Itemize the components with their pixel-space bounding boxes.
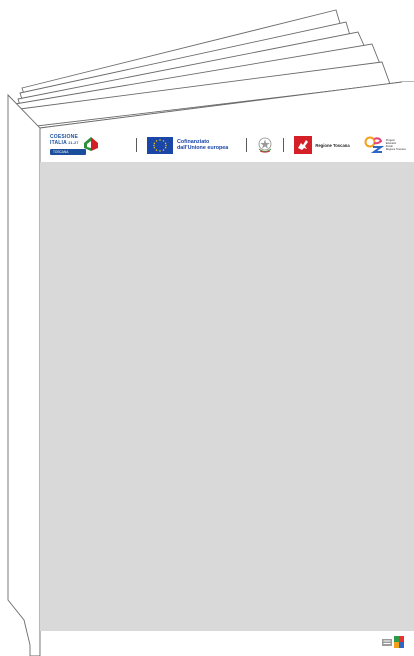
eu-text: Cofinanziato dall'Unione europea <box>177 139 228 151</box>
italian-republic-emblem <box>257 136 273 154</box>
coesione-region-pill: TOSCANA <box>50 148 86 155</box>
eu-cofinanced-logo: Cofinanziato dall'Unione europea <box>147 136 228 154</box>
coesione-period: 21-27 <box>68 141 79 145</box>
regione-toscana-logo: Regione Toscana <box>294 136 350 154</box>
logo-separator <box>246 138 248 152</box>
emblem-icon <box>258 137 272 153</box>
pez-text: Progetti Educativi Zonali Regione Toscan… <box>386 139 406 151</box>
eu-line2: dall'Unione europea <box>177 145 229 151</box>
logo-separator <box>136 138 137 152</box>
regione-toscana-label: Regione Toscana <box>315 142 350 148</box>
pegasus-icon <box>294 136 313 154</box>
corner-logo-icon <box>382 636 404 648</box>
content-placeholder-area <box>40 162 414 631</box>
pez-logo: Progetti Educativi Zonali Regione Toscan… <box>364 136 406 154</box>
coesione-house-icon <box>84 137 98 152</box>
coesione-italia-logo: COESIONE ITALIA 21-27 TOSCANA <box>50 135 98 155</box>
pez-line4: Regione Toscana <box>385 148 406 151</box>
book-spine <box>7 93 41 656</box>
logo-separator <box>283 138 285 152</box>
coesione-line2: ITALIA <box>50 140 67 146</box>
pez-mark-icon <box>364 136 384 153</box>
header-logo-strip: COESIONE ITALIA 21-27 TOSCANA Cofinanzia… <box>40 128 414 162</box>
eu-flag-icon <box>147 136 173 154</box>
coesione-line2-row: ITALIA 21-27 <box>50 140 79 147</box>
